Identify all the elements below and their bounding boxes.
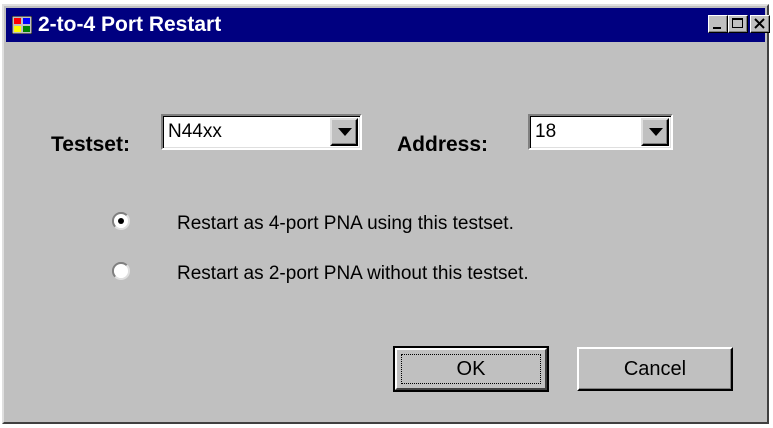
testset-dropdown-button[interactable] bbox=[330, 118, 358, 146]
cancel-button-label: Cancel bbox=[623, 358, 687, 380]
minimize-button[interactable] bbox=[708, 15, 728, 33]
maximize-button[interactable] bbox=[728, 15, 748, 33]
radio-2port[interactable] bbox=[112, 262, 130, 280]
minimize-icon bbox=[713, 27, 721, 29]
chevron-down-icon bbox=[649, 128, 663, 136]
address-dropdown-button[interactable] bbox=[641, 118, 669, 146]
title-bar[interactable]: 2-to-4 Port Restart bbox=[6, 8, 770, 42]
close-button[interactable] bbox=[750, 15, 770, 33]
radio-2port-label[interactable]: Restart as 2-port PNA without this tests… bbox=[177, 263, 529, 285]
address-label: Address: bbox=[397, 133, 489, 156]
ok-button[interactable]: OK bbox=[393, 346, 549, 392]
testset-label: Testset: bbox=[51, 133, 130, 156]
chevron-down-icon bbox=[338, 128, 352, 136]
window-title: 2-to-4 Port Restart bbox=[38, 13, 222, 36]
radio-4port[interactable] bbox=[112, 212, 130, 230]
ok-button-label: OK bbox=[456, 358, 486, 380]
app-window-icon bbox=[12, 16, 32, 34]
radio-4port-label[interactable]: Restart as 4-port PNA using this testset… bbox=[177, 213, 514, 235]
testset-value: N44xx bbox=[168, 121, 222, 142]
address-value: 18 bbox=[535, 121, 557, 142]
cancel-button[interactable]: Cancel bbox=[577, 347, 733, 391]
close-icon bbox=[754, 18, 765, 29]
address-dropdown[interactable]: 18 bbox=[528, 114, 673, 150]
maximize-icon bbox=[732, 18, 743, 28]
testset-dropdown[interactable]: N44xx bbox=[161, 114, 362, 150]
dialog-window: 2-to-4 Port Restart Testset: N44xx Addre… bbox=[2, 4, 770, 424]
